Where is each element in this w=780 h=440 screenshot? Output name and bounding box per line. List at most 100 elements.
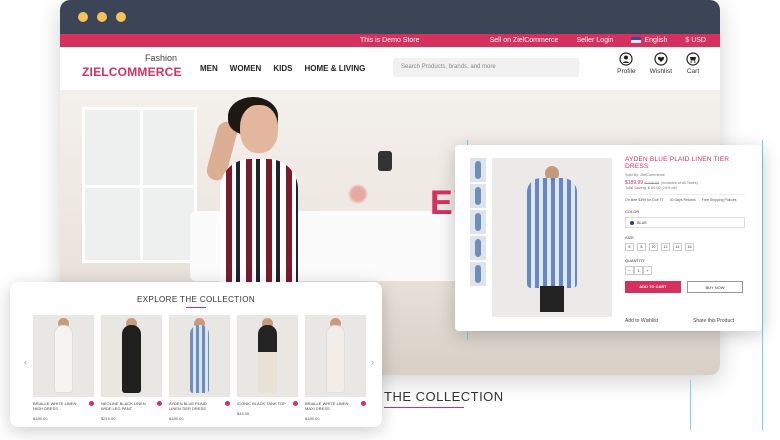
carousel-prev-button[interactable]: ‹ xyxy=(24,357,27,367)
topbar: This is Demo Store Sell on ZielCommerce … xyxy=(60,34,720,47)
wishlist-heart-icon[interactable] xyxy=(361,401,366,406)
thumbnail[interactable] xyxy=(470,210,486,234)
language-label: English xyxy=(644,37,668,44)
quantity-stepper: − 1 + xyxy=(625,266,745,275)
product-info: AYDEN BLUE PLAID LINEN TIER DRESS Sold B… xyxy=(625,156,745,293)
product-image[interactable] xyxy=(101,315,162,397)
product-card[interactable]: NEOLINE BLACK LINEN WIDE LEG PANT $219.0… xyxy=(101,315,162,421)
cart-icon xyxy=(686,52,700,66)
product-card[interactable]: BRIALLE WHITE LINEN MAXI DRESS $189.00 xyxy=(305,315,366,421)
topbar-links: Sell on ZielCommerce Seller Login Englis… xyxy=(490,37,706,44)
size-label: SIZE xyxy=(625,235,634,240)
nav-item-kids[interactable]: KIDS xyxy=(273,64,292,73)
wishlist-button[interactable]: Wishlist xyxy=(650,52,672,75)
search-input[interactable]: Search Products, brands, and more xyxy=(393,58,579,77)
wishlist-heart-icon[interactable] xyxy=(89,401,94,406)
product-name[interactable]: NEOLINE BLACK LINEN WIDE LEG PANT xyxy=(101,401,151,411)
product-name[interactable]: AYDEN BLUE PLAID LINEN TIER DRESS xyxy=(169,401,219,411)
currency-selector[interactable]: $ USD xyxy=(685,37,706,44)
thumbnail[interactable] xyxy=(470,236,486,260)
nav-item-home-living[interactable]: HOME & LIVING xyxy=(304,64,365,73)
product-image[interactable] xyxy=(237,315,298,397)
wishlist-label: Wishlist xyxy=(649,68,672,75)
cart-label: Cart xyxy=(686,68,700,75)
hero-model-face xyxy=(240,105,278,153)
cart-button[interactable]: Cart xyxy=(686,52,700,75)
product-name[interactable]: ICONIC BLACK TANK TOP xyxy=(237,401,287,406)
product-name[interactable]: BRIALLE WHITE LINEN HIGH DRESS xyxy=(33,401,83,411)
section-underline xyxy=(384,407,464,408)
carousel-next-button[interactable]: › xyxy=(371,357,374,367)
thumbnail-strip xyxy=(470,158,486,288)
explore-collection-card: EXPLORE THE COLLECTION ‹ › BRIALLE WHITE… xyxy=(10,282,382,427)
flag-icon xyxy=(631,37,642,44)
product-price: $189.00 xyxy=(33,416,48,421)
product-name[interactable]: BRIALLE WHITE LINEN MAXI DRESS xyxy=(305,401,355,411)
perks-row: On time $399 for Golf TT 30 Days Returns… xyxy=(625,194,745,202)
product-title: AYDEN BLUE PLAID LINEN TIER DRESS xyxy=(625,156,730,170)
quantity-label: QUANTITY xyxy=(625,258,646,263)
model-outfit xyxy=(190,325,209,393)
size-options: 6 8 10 12 14 16 xyxy=(625,243,745,251)
color-label: COLOR xyxy=(625,209,640,214)
qty-value[interactable]: 1 xyxy=(634,266,643,275)
demo-notice: This is Demo Store xyxy=(360,37,420,44)
size-option[interactable]: 14 xyxy=(673,243,682,251)
profile-label: Profile xyxy=(617,68,636,75)
add-to-cart-button[interactable]: ADD TO CART xyxy=(625,281,681,293)
wishlist-heart-icon[interactable] xyxy=(225,401,230,406)
product-card[interactable]: BRIALLE WHITE LINEN HIGH DRESS $189.00 xyxy=(33,315,94,421)
tax-note: (Inclusive of all Taxes) xyxy=(660,181,698,185)
site-logo[interactable]: Fashion ZIELCOMMERCE xyxy=(82,53,182,79)
size-option[interactable]: 16 xyxy=(685,243,694,251)
qty-decrease-button[interactable]: − xyxy=(625,266,634,275)
thumbnail[interactable] xyxy=(470,158,486,182)
buy-now-button[interactable]: BUY NOW xyxy=(687,281,743,293)
product-image[interactable] xyxy=(305,315,366,397)
main-product-image[interactable] xyxy=(492,158,612,317)
layout-guide-line xyxy=(762,140,763,430)
wishlist-heart-icon[interactable] xyxy=(293,401,298,406)
size-option[interactable]: 12 xyxy=(661,243,670,251)
hero-model-dress xyxy=(220,159,298,289)
product-card[interactable]: ICONIC BLACK TANK TOP $45.00 xyxy=(237,315,298,416)
saving-note: Total Saving: $ 60.00 (24% off) xyxy=(625,186,677,190)
size-option[interactable]: 10 xyxy=(649,243,658,251)
action-buttons: ADD TO CART BUY NOW xyxy=(625,281,745,293)
window-dot xyxy=(116,12,126,22)
hero-window-decor xyxy=(82,107,197,263)
product-detail-panel: AYDEN BLUE PLAID LINEN TIER DRESS Sold B… xyxy=(455,145,762,331)
thumbnail[interactable] xyxy=(470,184,486,208)
heart-icon xyxy=(654,52,668,66)
site-header: Fashion ZIELCOMMERCE MEN WOMEN KIDS HOME… xyxy=(60,47,720,91)
product-image[interactable] xyxy=(33,315,94,397)
old-price: $ 249.99 xyxy=(644,181,660,185)
add-to-wishlist-link[interactable]: Add to Wishlist xyxy=(625,318,658,324)
nav-item-men[interactable]: MEN xyxy=(200,64,218,73)
collection-section-title: THE COLLECTION xyxy=(384,389,504,404)
perk-item: Free Shipping Policies xyxy=(701,198,737,202)
sell-link[interactable]: Sell on ZielCommerce xyxy=(490,37,559,44)
nav-item-women[interactable]: WOMEN xyxy=(230,64,262,73)
wishlist-heart-icon[interactable] xyxy=(157,401,162,406)
color-swatch xyxy=(630,220,634,225)
product-price: $45.00 xyxy=(237,411,250,416)
window-chrome xyxy=(60,0,720,34)
product-image[interactable] xyxy=(169,315,230,397)
seller-login-link[interactable]: Seller Login xyxy=(576,37,613,44)
size-option[interactable]: 6 xyxy=(625,243,634,251)
hero-flowers xyxy=(345,183,371,205)
color-selector[interactable]: BLUE xyxy=(625,217,745,228)
language-selector[interactable]: English xyxy=(631,37,667,44)
product-price: $189.00 xyxy=(305,416,320,421)
thumbnail[interactable] xyxy=(470,262,486,286)
profile-button[interactable]: Profile xyxy=(617,52,636,75)
qty-increase-button[interactable]: + xyxy=(643,266,652,275)
share-product-link[interactable]: Share this Product xyxy=(693,318,734,324)
layout-guide-line xyxy=(690,380,691,430)
header-icons: Profile Wishlist Cart xyxy=(617,52,700,75)
perk-item: On time $399 for Golf TT xyxy=(625,198,664,202)
size-option[interactable]: 8 xyxy=(637,243,646,251)
product-card[interactable]: AYDEN BLUE PLAID LINEN TIER DRESS $189.0… xyxy=(169,315,230,421)
model-outfit xyxy=(258,325,277,393)
